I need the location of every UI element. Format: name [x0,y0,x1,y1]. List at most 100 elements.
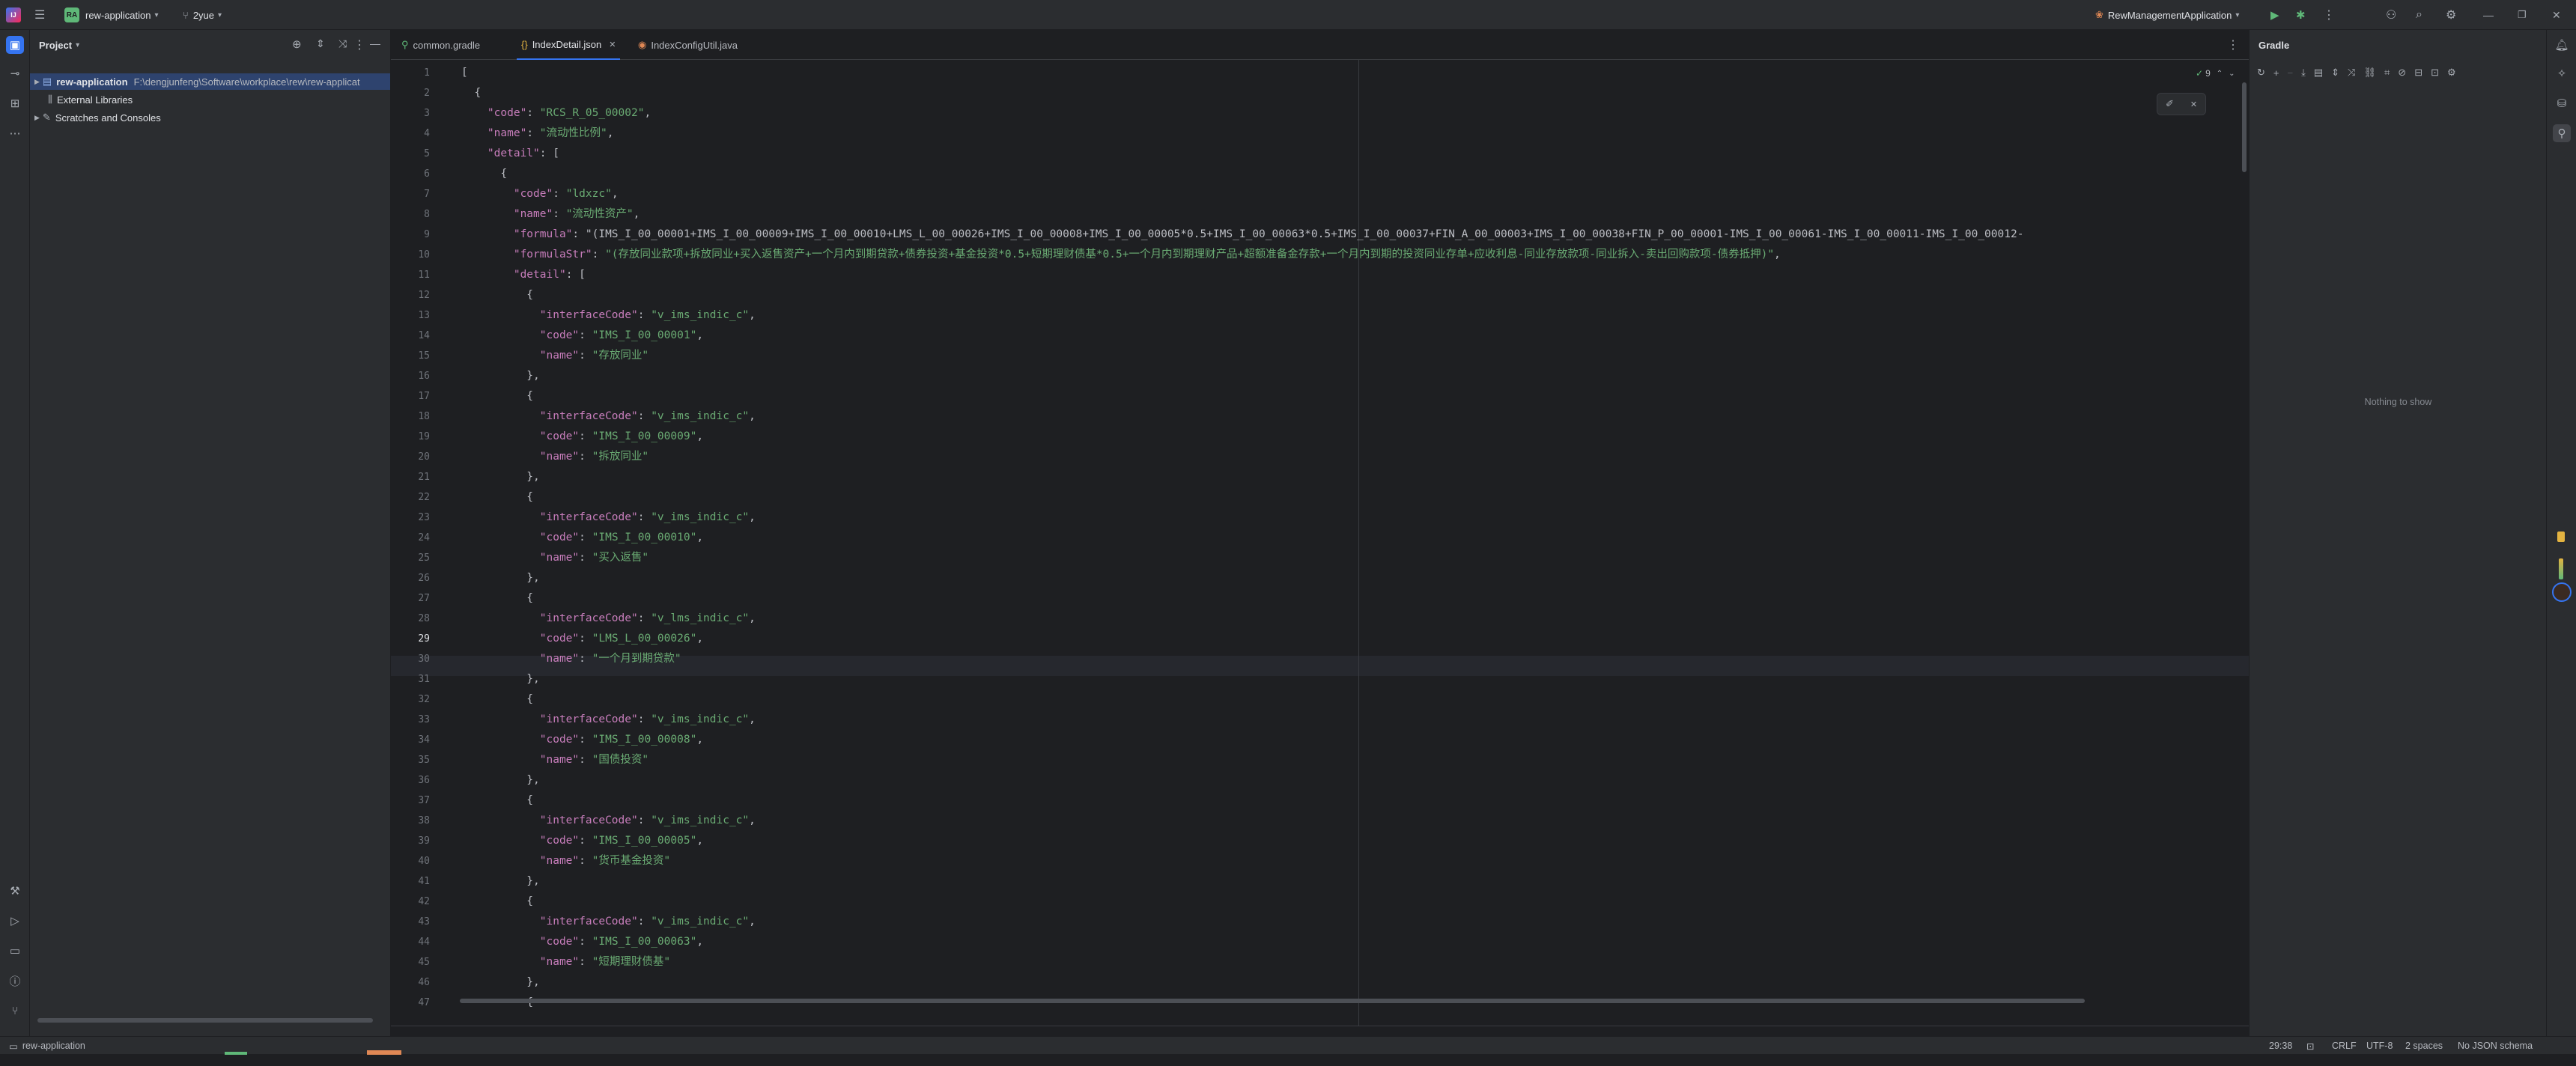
line-number: 3 [424,108,430,119]
tab-indexdetail-json[interactable]: {} IndexDetail.json ✕ [517,30,621,60]
caret-position[interactable]: 29:38 [2269,1037,2292,1055]
run-icon[interactable]: ▶ [2270,0,2279,30]
chevron-down-icon[interactable]: ▾ [76,41,79,49]
main-menu-icon[interactable]: ☰ [34,0,45,30]
download-icon[interactable]: ⤓ [2301,67,2306,79]
gradle-tool-icon[interactable]: ⚲ [2553,124,2571,142]
more-actions-icon[interactable]: ⋮ [2323,0,2335,30]
reload-icon[interactable]: ↻ [2257,67,2265,79]
run-config-selector[interactable]: ❀ RewManagementApplication ▾ [2095,0,2239,30]
terminal-tool-icon[interactable]: ▭ [6,942,24,960]
restore-window-icon[interactable]: ❐ [2518,0,2527,30]
horizontal-scrollbar[interactable] [37,1018,373,1023]
json-schema-status[interactable]: No JSON schema [2458,1037,2533,1055]
code-line: "name": "存放同业" [539,350,649,362]
code-line: "name": "货币基金投资" [539,855,671,867]
search-everywhere-icon[interactable]: ⌕ [2416,0,2422,30]
ai-assistant-icon[interactable]: ✧ [2553,64,2571,82]
collapse-all-icon[interactable]: ⤨ [2348,67,2355,79]
close-window-icon[interactable]: ✕ [2552,0,2561,30]
problems-tool-icon[interactable]: ⓘ [6,972,24,990]
inspection-widget[interactable]: ✓ 9 ⌃ ⌄ [2196,66,2235,81]
options-icon[interactable]: ⋮ [353,37,365,52]
build-scripts-icon[interactable]: ⊡ [2431,67,2439,79]
line-number: 45 [418,957,430,968]
code-line: "name": "流动性比例", [487,127,614,139]
code-with-me-icon[interactable]: ⚇ [2386,0,2396,30]
tab-indexconfigutil-java[interactable]: ◉ IndexConfigUtil.java [638,30,738,60]
tab-options-icon[interactable]: ⋮ [2227,37,2239,52]
code-line: "formula": "(IMS_I_00_00001+IMS_I_00_000… [513,228,2024,240]
code-editor[interactable]: [ { "code": "RCS_R_05_00002", "name": "流… [461,60,2248,1026]
code-line: "interfaceCode": "v_ims_indic_c", [539,410,756,422]
minimize-window-icon[interactable]: — [2483,0,2494,30]
tree-node-scratches[interactable]: ▶ ✎ Scratches and Consoles [30,109,390,126]
expand-all-icon[interactable]: ⇕ [316,37,325,50]
collapse-all-icon[interactable]: ⤨ [338,37,347,50]
line-number: 32 [418,694,430,705]
line-number: 10 [418,249,430,261]
chevron-right-icon[interactable]: ▶ [34,78,40,86]
git-branch-icon: ⑂ [183,9,189,21]
tree-node-external-libraries[interactable]: ⫼ External Libraries [30,91,390,108]
close-tab-icon[interactable]: ✕ [609,40,616,49]
remove-icon[interactable]: − [2288,67,2294,79]
run-tool-icon[interactable]: ▷ [6,912,24,930]
git-tool-icon[interactable]: ⑂ [6,1002,24,1020]
toggle-offline-icon[interactable]: ⊘ [2398,67,2406,79]
link-project-icon[interactable]: ⛓ [2363,67,2376,79]
notifications-icon[interactable]: 🔔︎ [2553,36,2571,54]
code-line: { [461,390,534,402]
build-tool-icon[interactable]: ⚒ [6,882,24,900]
show-dependencies-icon[interactable]: ⊟ [2414,67,2422,79]
settings-gear-icon[interactable]: ⚙ [2446,0,2456,30]
indent-setting[interactable]: 2 spaces [2405,1037,2443,1055]
project-panel: Project ▾ ⊕ ⇕ ⤨ ⋮ — ▶ ▤ rew-application … [30,30,391,1036]
hide-panel-icon[interactable]: — [370,37,380,49]
commit-tool-icon[interactable]: ⊸ [6,64,24,82]
chevron-up-icon[interactable]: ⌃ [2217,70,2223,78]
code-line: { [461,592,534,604]
reader-mode-icon[interactable]: ✐ [2166,98,2174,110]
code-line: "code": "IMS_I_00_00008", [539,734,704,746]
locate-file-icon[interactable]: ⊕ [292,37,302,51]
execute-task-icon[interactable]: ⌗ [2384,67,2390,79]
database-icon[interactable]: ⛁ [2553,94,2571,112]
project-tool-icon[interactable]: ▣ [6,36,24,54]
readonly-toggle-icon[interactable]: ⊡ [2306,1037,2314,1055]
chevron-down-icon[interactable]: ⌄ [2229,70,2235,78]
status-project[interactable]: ▭ rew-application [9,1037,85,1055]
code-line: "detail": [ [513,269,586,281]
avatar[interactable] [2552,582,2572,602]
floating-toolbar: ✐ ✕ [2157,93,2206,115]
tab-label: common.gradle [413,39,481,51]
structure-tool-icon[interactable]: ⊞ [6,94,24,112]
line-separator[interactable]: CRLF [2332,1037,2357,1055]
tasks-icon[interactable]: ▤ [2314,67,2323,79]
gradle-settings-icon[interactable]: ⚙ [2447,67,2456,79]
line-number: 46 [418,977,430,988]
add-icon[interactable]: + [2273,67,2279,79]
tree-node-label: rew-application [56,76,128,88]
more-tools-icon[interactable]: ⋯ [6,124,24,142]
app-logo[interactable]: IJ [6,0,21,30]
project-panel-title[interactable]: Project [39,40,72,51]
expand-all-icon[interactable]: ⇕ [2331,67,2339,79]
code-line: "code": "IMS_I_00_00009", [539,430,704,442]
memory-indicator-icon[interactable] [2559,558,2563,579]
chevron-down-icon: ▾ [154,10,159,19]
line-number: 20 [418,451,430,463]
project-switcher[interactable]: RA rew-application ▾ [64,0,158,30]
branch-switcher[interactable]: ⑂ 2yue ▾ [183,0,222,30]
horizontal-scrollbar[interactable] [460,999,2085,1003]
tree-node-root[interactable]: ▶ ▤ rew-application F:\dengjunfeng\Softw… [30,73,390,90]
vertical-scrollbar[interactable] [2242,82,2247,172]
plugin-badge-icon[interactable] [2557,532,2565,542]
chevron-right-icon[interactable]: ▶ [34,114,40,122]
tab-common-gradle[interactable]: ⚲ common.gradle [401,30,480,60]
debug-icon[interactable]: ✱ [2296,0,2306,30]
file-encoding[interactable]: UTF-8 [2366,1037,2393,1055]
code-line: "code": "IMS_I_00_00010", [539,532,704,543]
close-icon[interactable]: ✕ [2190,100,2197,109]
library-icon: ⫼ [48,94,52,105]
